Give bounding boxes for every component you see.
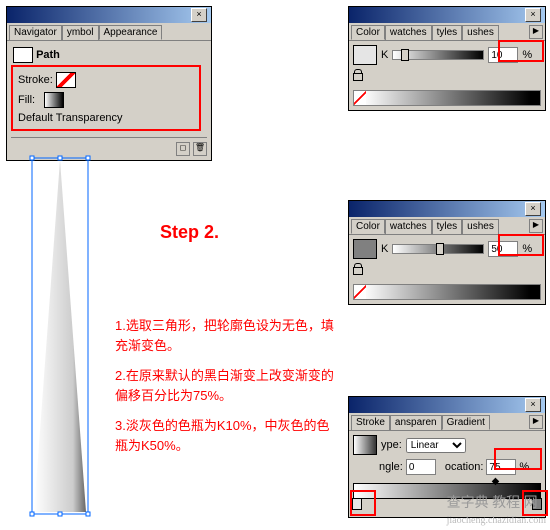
close-icon[interactable]: ×: [525, 202, 541, 216]
tab-bar: Navigator ymbol Appearance: [7, 23, 211, 40]
channel-label: K: [381, 49, 388, 61]
k-slider[interactable]: [392, 50, 484, 60]
channel-label: K: [381, 243, 388, 255]
stroke-swatch[interactable]: [56, 72, 76, 88]
titlebar[interactable]: ×: [349, 201, 545, 217]
spectrum-bar[interactable]: [353, 90, 541, 106]
spectrum-bar[interactable]: [353, 284, 541, 300]
lock-icon[interactable]: [353, 263, 363, 275]
location-label: ocation:: [445, 461, 484, 473]
watermark: 查字典 教程 网 jiaocheng.chazidian.com: [447, 492, 546, 528]
appearance-panel: × Navigator ymbol Appearance Path Stroke…: [6, 6, 212, 161]
tab-brushes[interactable]: ushes: [462, 25, 499, 40]
stroke-label: Stroke:: [18, 74, 53, 86]
close-icon[interactable]: ×: [525, 8, 541, 22]
gradient-preview[interactable]: [353, 435, 377, 455]
titlebar[interactable]: ×: [7, 7, 211, 23]
angle-label: ngle:: [379, 461, 403, 473]
tab-color[interactable]: Color: [351, 25, 385, 40]
tab-swatches[interactable]: watches: [385, 25, 432, 40]
instruction-3: 3.淡灰色的色瓶为K10%，中灰色的色瓶为K50%。: [115, 416, 335, 455]
type-label: ype:: [381, 439, 402, 451]
transparency-label: Default Transparency: [16, 110, 196, 126]
tab-brushes[interactable]: ushes: [462, 219, 499, 234]
k-slider[interactable]: [392, 244, 484, 254]
highlight-k50: [498, 234, 544, 256]
tab-swatches[interactable]: watches: [385, 219, 432, 234]
new-icon[interactable]: ◻: [176, 142, 190, 156]
highlight-location: [494, 448, 542, 470]
trash-icon[interactable]: 🗑: [193, 142, 207, 156]
tab-styles[interactable]: tyles: [432, 219, 463, 234]
path-swatch[interactable]: [13, 47, 33, 63]
highlight-k10: [498, 40, 544, 62]
stroke-row: Stroke:: [16, 70, 196, 90]
tab-stroke[interactable]: Stroke: [351, 415, 390, 430]
tab-bar: Stroke ansparen Gradient ▶: [349, 413, 545, 430]
tab-gradient[interactable]: Gradient: [442, 415, 490, 430]
close-icon[interactable]: ×: [525, 398, 541, 412]
instruction-2: 2.在原来默认的黑白渐变上改变渐变的偏移百分比为75%。: [115, 366, 335, 405]
highlight-stop-left: [350, 490, 376, 516]
fill-row: Fill:: [16, 90, 196, 110]
tab-transparency[interactable]: ansparen: [390, 415, 442, 430]
tab-symbol[interactable]: ymbol: [62, 25, 99, 40]
fill-swatch[interactable]: [44, 92, 64, 108]
angle-input[interactable]: [406, 459, 436, 475]
color-swatch[interactable]: [353, 45, 377, 65]
lock-icon[interactable]: [353, 69, 363, 81]
tab-styles[interactable]: tyles: [432, 25, 463, 40]
path-label: Path: [11, 45, 207, 65]
titlebar[interactable]: ×: [349, 397, 545, 413]
tab-appearance[interactable]: Appearance: [99, 25, 163, 40]
menu-icon[interactable]: ▶: [529, 25, 543, 39]
fill-label: Fill:: [18, 94, 35, 106]
menu-icon[interactable]: ▶: [529, 415, 543, 429]
instruction-1: 1.选取三角形，把轮廓色设为无色，填充渐变色。: [115, 316, 335, 355]
menu-icon[interactable]: ▶: [529, 219, 543, 233]
color-swatch[interactable]: [353, 239, 377, 259]
tab-bar: Color watches tyles ushes ▶: [349, 23, 545, 40]
panel-body: Path Stroke: Fill: Default Transparency …: [7, 40, 211, 160]
close-icon[interactable]: ×: [191, 8, 207, 22]
triangle-artwork[interactable]: [8, 150, 108, 520]
titlebar[interactable]: ×: [349, 7, 545, 23]
tab-bar: Color watches tyles ushes ▶: [349, 217, 545, 234]
tab-color[interactable]: Color: [351, 219, 385, 234]
tab-navigator[interactable]: Navigator: [9, 25, 62, 40]
type-select[interactable]: Linear: [406, 438, 466, 453]
step-title: Step 2.: [160, 222, 219, 243]
